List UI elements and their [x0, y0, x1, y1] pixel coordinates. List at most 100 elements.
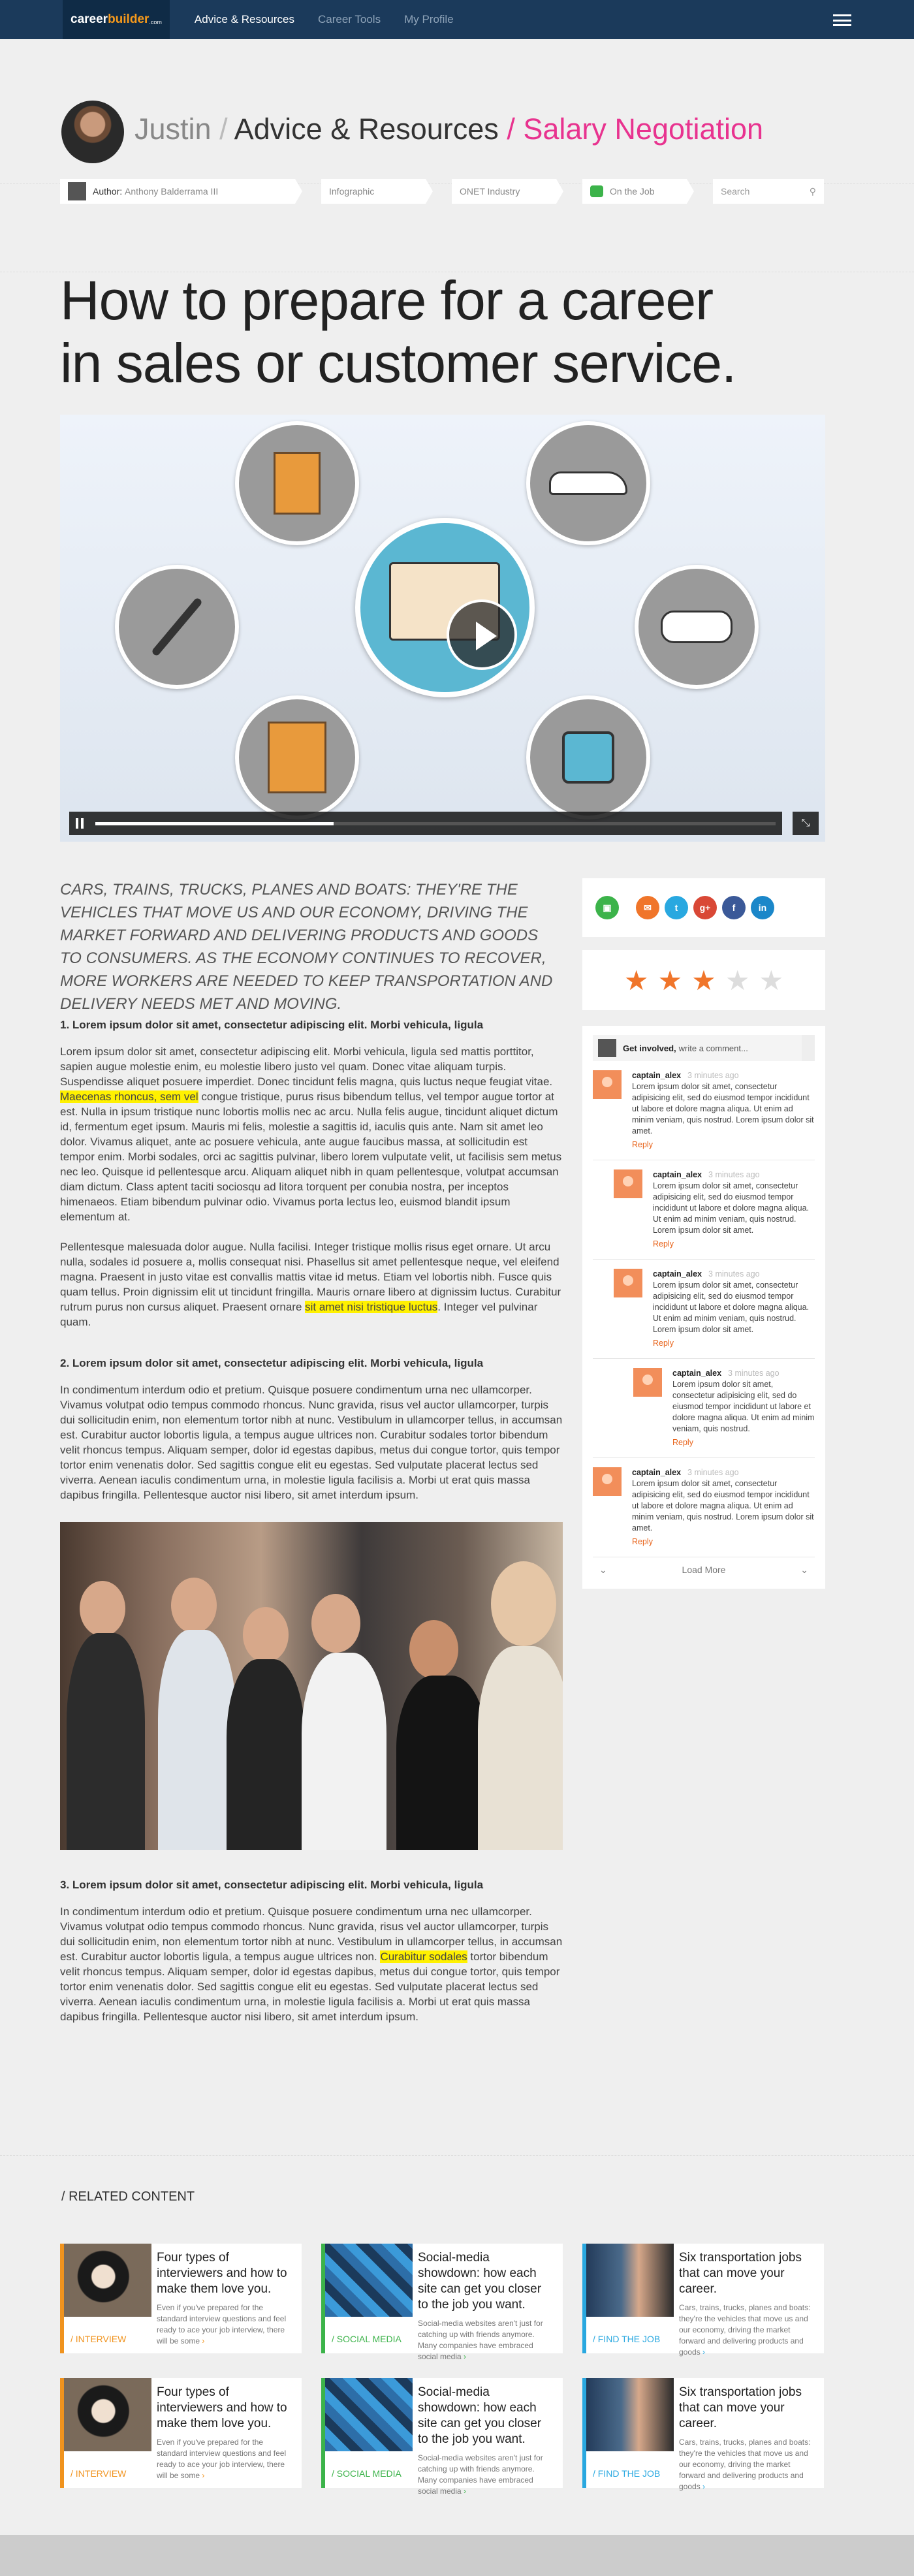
search-placeholder: Search	[721, 186, 750, 197]
email-icon[interactable]: ✉	[636, 896, 659, 919]
highlighted-text[interactable]: Curabitur sodales	[380, 1950, 467, 1963]
comment-input[interactable]: Get involved, write a comment...	[593, 1035, 815, 1061]
linkedin-icon[interactable]: in	[751, 896, 774, 919]
reply-link[interactable]: Reply	[672, 1437, 815, 1448]
related-card-text: Social-media showdown: how each site can…	[413, 2378, 563, 2496]
breadcrumb-header: Justin / Advice & Resources / Salary Neg…	[0, 39, 914, 184]
related-card[interactable]: / SOCIAL MEDIA Social-media showdown: how…	[321, 2378, 563, 2496]
nav-advice-resources[interactable]: Advice & Resources	[195, 13, 294, 26]
related-card-description: Social-media websites aren't just for ca…	[418, 2453, 555, 2497]
industry-tag[interactable]: ONET Industry	[452, 179, 563, 204]
related-card-image-area: / SOCIAL MEDIA	[321, 2378, 413, 2488]
nav-career-tools[interactable]: Career Tools	[318, 13, 381, 26]
chevron-right-icon[interactable]: ›	[702, 2347, 705, 2357]
twitter-icon[interactable]: t	[665, 896, 688, 919]
star-filled-icon[interactable]: ★	[658, 964, 683, 996]
related-card[interactable]: / SOCIAL MEDIA Social-media showdown: how…	[321, 2244, 563, 2361]
related-card-category[interactable]: / INTERVIEW	[71, 2334, 126, 2344]
related-card-description: Cars, trains, trucks, planes and boats: …	[679, 2302, 816, 2358]
nav-links: Advice & Resources Career Tools My Profi…	[195, 13, 454, 26]
star-filled-icon[interactable]: ★	[624, 964, 649, 996]
load-more-button[interactable]: ⌄ Load More ⌄	[593, 1557, 815, 1582]
related-card-thumbnail	[64, 2244, 151, 2317]
highlighted-text[interactable]: sit amet nisi tristique luctus	[305, 1301, 438, 1313]
reply-link[interactable]: Reply	[653, 1239, 815, 1250]
breadcrumb-user[interactable]: Justin	[134, 112, 212, 146]
comment-item: captain_alex 3 minutes ago Lorem ipsum dol…	[593, 1458, 815, 1557]
author-tag[interactable]: Author: Anthony Balderrama III	[60, 179, 302, 204]
chevron-right-icon[interactable]: ›	[464, 2487, 466, 2496]
related-card-category[interactable]: / INTERVIEW	[71, 2468, 126, 2479]
location-tag[interactable]: On the Job	[582, 179, 694, 204]
pause-icon[interactable]	[76, 818, 84, 829]
related-card[interactable]: / FIND THE JOB Six transportation jobs th…	[582, 2244, 824, 2357]
type-tag[interactable]: Infographic	[321, 179, 433, 204]
related-card-text: Four types of interviewers and how to ma…	[151, 2378, 302, 2488]
logo-domain: .com	[149, 18, 162, 25]
chevron-right-icon[interactable]: ›	[202, 2336, 204, 2345]
related-card-text: Social-media showdown: how each site can…	[413, 2244, 563, 2361]
related-card-image-area: / INTERVIEW	[60, 2378, 151, 2488]
video-progress-bar[interactable]	[95, 821, 776, 825]
related-card-text: Six transportation jobs that can move yo…	[674, 2244, 824, 2357]
video-player[interactable]: ⤡	[60, 415, 825, 842]
related-card-title[interactable]: Four types of interviewers and how to ma…	[157, 2250, 294, 2297]
related-card[interactable]: / INTERVIEW Four types of interviewers an…	[60, 2244, 302, 2353]
breadcrumb-separator: /	[507, 112, 515, 146]
facebook-icon[interactable]: f	[722, 896, 746, 919]
save-icon[interactable]: ▣	[595, 896, 619, 919]
googleplus-icon[interactable]: g+	[693, 896, 717, 919]
breadcrumb-section[interactable]: Advice & Resources	[234, 112, 499, 146]
comment-username[interactable]: captain_alex	[632, 1071, 681, 1080]
comment-item: captain_alex 3 minutes ago Lorem ipsum dol…	[593, 1061, 815, 1160]
star-empty-icon[interactable]: ★	[725, 964, 750, 996]
chevron-right-icon[interactable]: ›	[202, 2471, 204, 2480]
chevron-right-icon[interactable]: ›	[702, 2482, 705, 2491]
related-card-category[interactable]: / SOCIAL MEDIA	[332, 2468, 402, 2479]
star-filled-icon[interactable]: ★	[691, 964, 716, 996]
comment-text: Lorem ipsum dolor sit amet, consectetur …	[672, 1380, 815, 1433]
related-card-title[interactable]: Four types of interviewers and how to ma…	[157, 2385, 294, 2432]
careerbuilder-logo[interactable]: career builder .com	[63, 0, 170, 39]
related-card[interactable]: / INTERVIEW Four types of interviewers an…	[60, 2378, 302, 2488]
related-card-title[interactable]: Social-media showdown: how each site can…	[418, 2250, 555, 2313]
reply-link[interactable]: Reply	[632, 1139, 815, 1151]
play-button[interactable]	[447, 599, 517, 670]
comment-username[interactable]: captain_alex	[653, 1269, 702, 1279]
related-card-category[interactable]: / FIND THE JOB	[593, 2334, 660, 2344]
section-2-heading: 2. Lorem ipsum dolor sit amet, consectet…	[60, 1357, 484, 1369]
related-card-desc-text: Even if you've prepared for the standard…	[157, 2303, 287, 2345]
chevron-right-icon[interactable]: ›	[464, 2352, 466, 2361]
related-card-category[interactable]: / FIND THE JOB	[593, 2468, 660, 2479]
comment-username[interactable]: captain_alex	[672, 1369, 721, 1378]
hamburger-menu-icon[interactable]	[833, 14, 851, 26]
article-photo	[60, 1522, 563, 1850]
section-3-heading: 3. Lorem ipsum dolor sit amet, consectet…	[60, 1879, 484, 1891]
nav-my-profile[interactable]: My Profile	[404, 13, 454, 26]
reply-link[interactable]: Reply	[653, 1338, 815, 1349]
related-card[interactable]: / FIND THE JOB Six transportation jobs th…	[582, 2378, 824, 2491]
star-rating[interactable]: ★ ★ ★ ★ ★	[582, 950, 825, 1010]
related-card-category[interactable]: / SOCIAL MEDIA	[332, 2334, 402, 2344]
related-content: / RELATED CONTENT	[0, 2155, 914, 2204]
user-avatar[interactable]	[61, 101, 124, 163]
comment-username[interactable]: captain_alex	[653, 1170, 702, 1179]
related-card-title[interactable]: Social-media showdown: how each site can…	[418, 2385, 555, 2447]
fullscreen-icon[interactable]: ⤡	[793, 812, 819, 835]
section-3-paragraph: In condimentum interdum odio et pretium.…	[60, 1904, 563, 2024]
breadcrumb-topic[interactable]: Salary Negotiation	[523, 112, 763, 146]
search-input[interactable]: Search ⚲	[713, 179, 824, 204]
comment-item: captain_alex 3 minutes ago Lorem ipsum dol…	[593, 1260, 815, 1359]
related-card-thumbnail	[64, 2378, 151, 2451]
comment-username[interactable]: captain_alex	[632, 1468, 681, 1477]
search-icon[interactable]: ⚲	[810, 186, 816, 197]
reply-link[interactable]: Reply	[632, 1536, 815, 1548]
load-more-label: Load More	[682, 1565, 726, 1575]
related-card-title[interactable]: Six transportation jobs that can move yo…	[679, 2250, 816, 2297]
highlighted-text[interactable]: Maecenas rhoncus, sem vel	[60, 1090, 198, 1103]
related-card-text: Six transportation jobs that can move yo…	[674, 2378, 824, 2491]
video-control-bar	[69, 812, 782, 835]
star-empty-icon[interactable]: ★	[759, 964, 783, 996]
related-card-title[interactable]: Six transportation jobs that can move yo…	[679, 2385, 816, 2432]
watch-icon	[526, 695, 650, 819]
